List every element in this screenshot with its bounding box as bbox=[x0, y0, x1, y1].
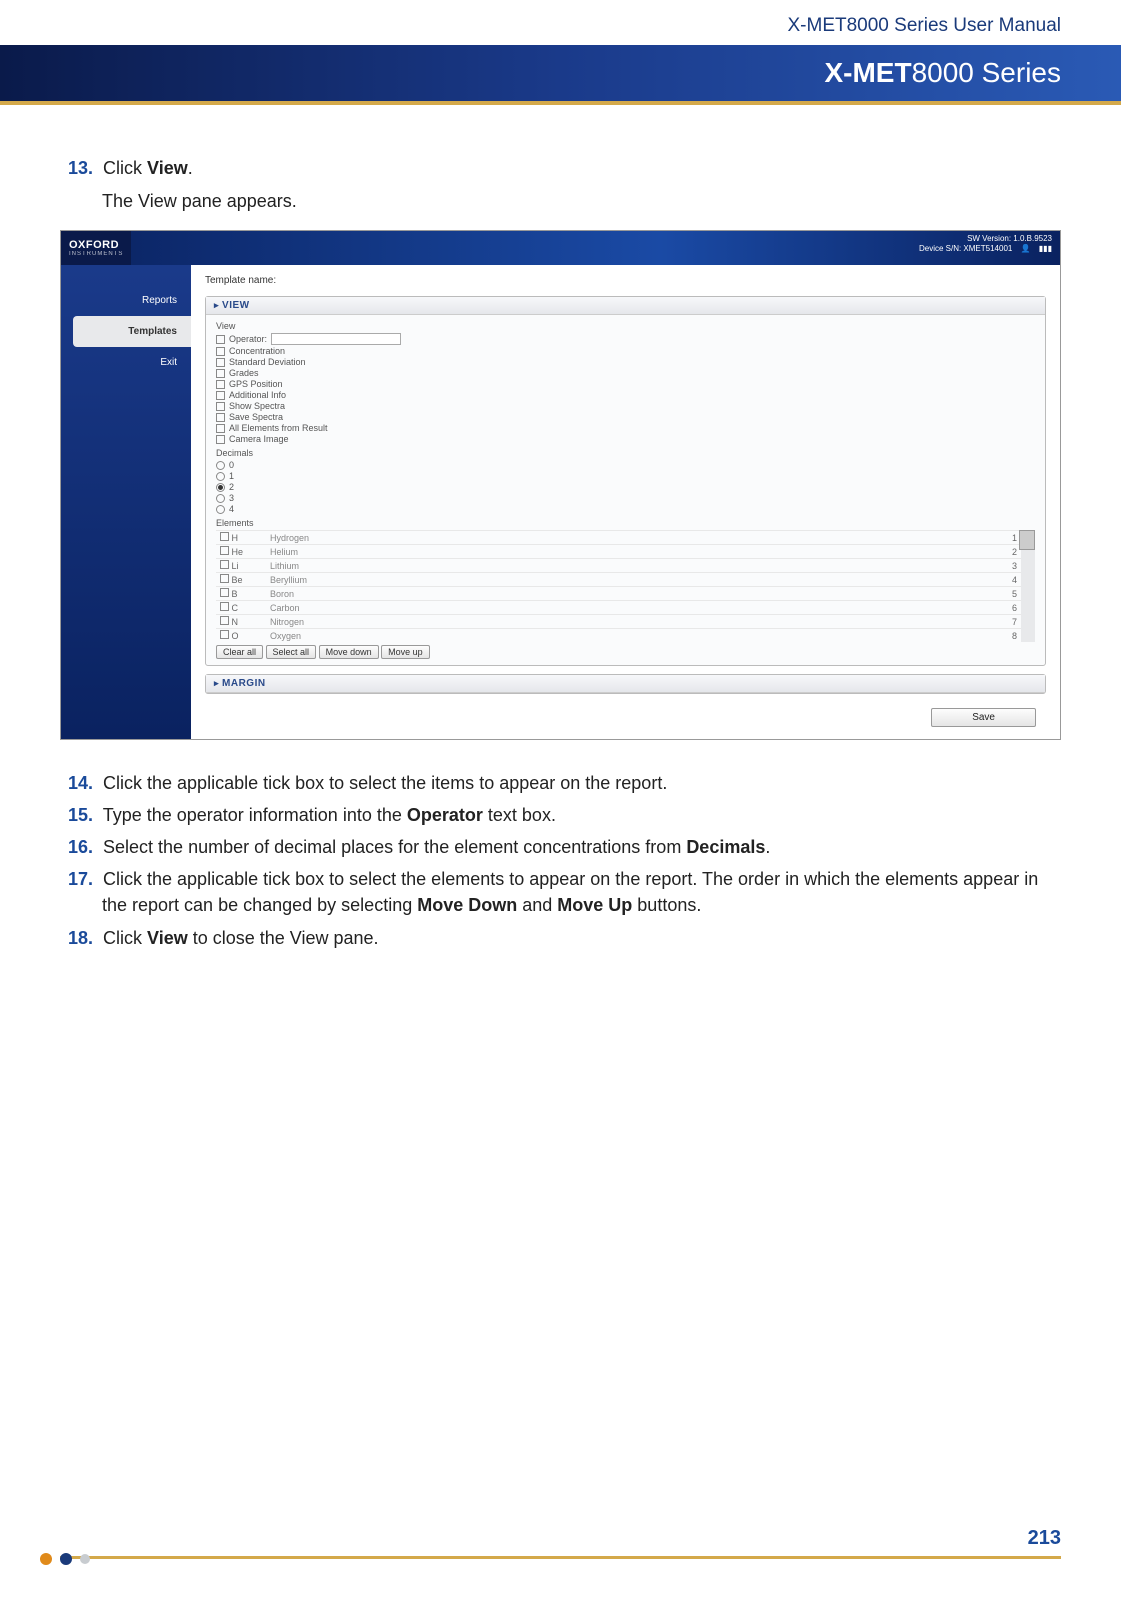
table-row: BBoron5 bbox=[216, 587, 1021, 601]
margin-panel: MARGIN bbox=[205, 674, 1046, 694]
chk-elem[interactable] bbox=[220, 602, 229, 611]
banner-bold: X-MET bbox=[824, 57, 911, 88]
elements-table: HHydrogen1 HeHelium2 LiLithium3 BeBeryll… bbox=[216, 530, 1021, 642]
step-13-sub: The View pane appears. bbox=[102, 191, 1061, 212]
save-button[interactable]: Save bbox=[931, 708, 1036, 727]
move-down-button[interactable]: Move down bbox=[319, 645, 379, 659]
chk-stddev[interactable] bbox=[216, 358, 225, 367]
table-row: NNitrogen7 bbox=[216, 615, 1021, 629]
dot-icon bbox=[80, 1554, 90, 1564]
step-17: 17. Click the applicable tick box to sel… bbox=[102, 866, 1061, 918]
chk-elem[interactable] bbox=[220, 616, 229, 625]
table-row: HeHelium2 bbox=[216, 545, 1021, 559]
step-num: 13. bbox=[68, 155, 98, 181]
chk-addinfo[interactable] bbox=[216, 391, 225, 400]
dot-icon bbox=[60, 1553, 72, 1565]
series-banner: X-MET8000 Series bbox=[0, 45, 1121, 105]
chk-savespec[interactable] bbox=[216, 413, 225, 422]
footer-dots bbox=[40, 1553, 90, 1565]
manual-title: X-MET8000 Series User Manual bbox=[0, 0, 1121, 45]
chk-concentration[interactable] bbox=[216, 347, 225, 356]
view-panel-header[interactable]: VIEW bbox=[206, 297, 1045, 315]
table-row: CCarbon6 bbox=[216, 601, 1021, 615]
chk-elem[interactable] bbox=[220, 588, 229, 597]
sidebar-templates[interactable]: Templates bbox=[73, 316, 191, 347]
page-number: 213 bbox=[0, 1527, 1121, 1550]
view-panel: VIEW View Operator: Concentration Standa… bbox=[205, 296, 1046, 666]
table-row: HHydrogen1 bbox=[216, 531, 1021, 545]
chk-operator[interactable] bbox=[216, 335, 225, 344]
template-name-label: Template name: bbox=[205, 275, 276, 286]
move-up-button[interactable]: Move up bbox=[381, 645, 430, 659]
footer-rule bbox=[60, 1556, 1061, 1559]
chk-gps[interactable] bbox=[216, 380, 225, 389]
rad-4[interactable] bbox=[216, 505, 225, 514]
screenshot-view-pane: OXFORD INSTRUMENTS SW Version: 1.0.B.952… bbox=[60, 230, 1061, 740]
chk-elem[interactable] bbox=[220, 546, 229, 555]
rad-1[interactable] bbox=[216, 472, 225, 481]
select-all-button[interactable]: Select all bbox=[266, 645, 317, 659]
chk-grades[interactable] bbox=[216, 369, 225, 378]
ss-main: Template name: VIEW View Operator: Conce… bbox=[191, 265, 1060, 739]
step-14: 14. Click the applicable tick box to sel… bbox=[102, 770, 1061, 796]
view-subheader: View bbox=[216, 321, 1035, 331]
margin-panel-header[interactable]: MARGIN bbox=[206, 675, 1045, 693]
decimals-header: Decimals bbox=[216, 448, 1035, 458]
rad-2[interactable] bbox=[216, 483, 225, 492]
signal-icon: ▮▮▮ bbox=[1039, 244, 1052, 254]
rad-0[interactable] bbox=[216, 461, 225, 470]
elements-header: Elements bbox=[216, 518, 1035, 528]
ss-titlebar: OXFORD INSTRUMENTS SW Version: 1.0.B.952… bbox=[61, 231, 1060, 265]
chk-showspec[interactable] bbox=[216, 402, 225, 411]
chk-allelem[interactable] bbox=[216, 424, 225, 433]
step-15: 15. Type the operator information into t… bbox=[102, 802, 1061, 828]
operator-input[interactable] bbox=[271, 333, 401, 345]
chk-elem[interactable] bbox=[220, 630, 229, 639]
ss-sidebar: Reports Templates Exit bbox=[61, 265, 191, 739]
step-13: 13. Click View. bbox=[102, 155, 1061, 181]
chk-elem[interactable] bbox=[220, 560, 229, 569]
oxford-logo: OXFORD INSTRUMENTS bbox=[61, 231, 131, 265]
step-18: 18. Click View to close the View pane. bbox=[102, 925, 1061, 951]
clear-all-button[interactable]: Clear all bbox=[216, 645, 263, 659]
chk-camera[interactable] bbox=[216, 435, 225, 444]
banner-light: 8000 Series bbox=[912, 57, 1061, 88]
chk-elem[interactable] bbox=[220, 532, 229, 541]
table-row: BeBeryllium4 bbox=[216, 573, 1021, 587]
sidebar-exit[interactable]: Exit bbox=[61, 347, 191, 378]
rad-3[interactable] bbox=[216, 494, 225, 503]
chk-elem[interactable] bbox=[220, 574, 229, 583]
page-footer: 213 bbox=[0, 1527, 1121, 1559]
table-row: OOxygen8 bbox=[216, 629, 1021, 643]
dot-icon bbox=[40, 1553, 52, 1565]
status-area: SW Version: 1.0.B.9523 Device S/N: XMET5… bbox=[911, 231, 1060, 265]
user-icon: 👤 bbox=[1021, 244, 1031, 254]
sidebar-reports[interactable]: Reports bbox=[61, 285, 191, 316]
step-16: 16. Select the number of decimal places … bbox=[102, 834, 1061, 860]
table-row: LiLithium3 bbox=[216, 559, 1021, 573]
